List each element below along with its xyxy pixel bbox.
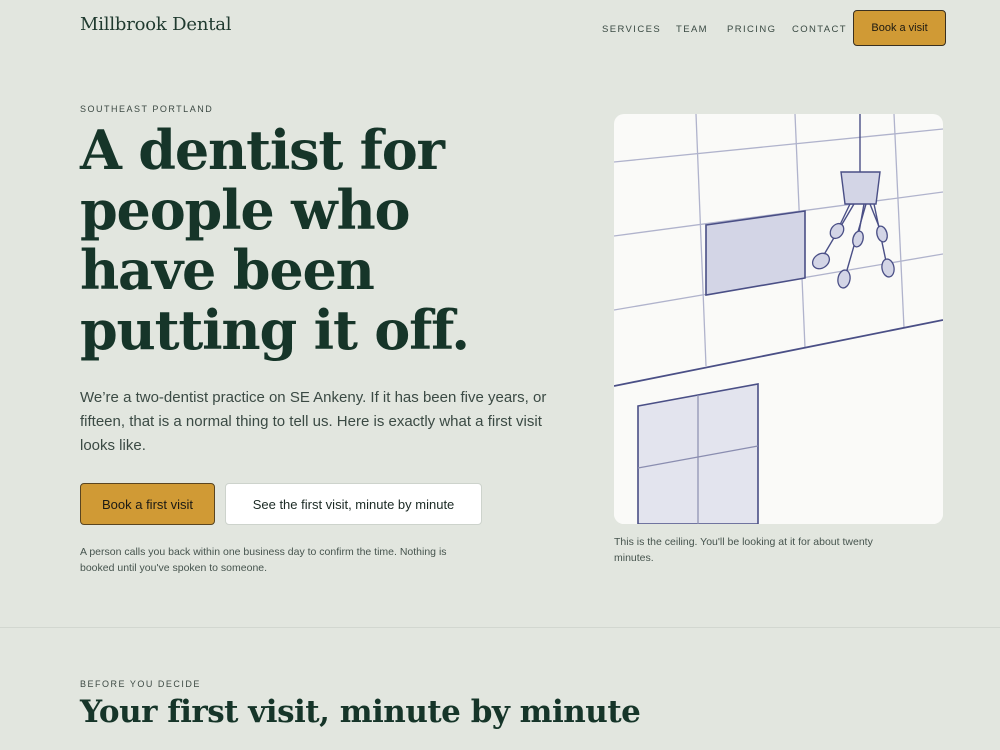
nav-link-services[interactable]: SERVICES [602,24,661,35]
brand-logo[interactable]: Millbrook Dental [80,14,232,35]
nav-link-contact[interactable]: CONTACT [792,24,847,35]
section-eyebrow: BEFORE YOU DECIDE [80,679,201,689]
hero-eyebrow: SOUTHEAST PORTLAND [80,104,214,114]
ceiling-illustration [614,114,943,524]
hero-title: A dentist for people who have been putti… [80,118,470,362]
book-visit-button[interactable]: Book a visit [853,10,946,46]
top-nav: Millbrook Dental SERVICES TEAM PRICING C… [0,0,1000,60]
book-first-visit-button[interactable]: Book a first visit [80,483,215,525]
ceiling-drawing [614,114,943,524]
nav-link-pricing[interactable]: PRICING [727,24,776,35]
see-first-visit-button[interactable]: See the first visit, minute by minute [225,483,482,525]
section-divider [0,627,1000,628]
illustration-caption: This is the ceiling. You'll be looking a… [614,536,873,564]
hero-note: A person calls you back within one busin… [80,546,447,574]
section-title: Your first visit, minute by minute [80,694,641,730]
hero-lede: We’re a two-dentist practice on SE Anken… [80,389,547,454]
nav-link-team[interactable]: TEAM [676,24,708,35]
